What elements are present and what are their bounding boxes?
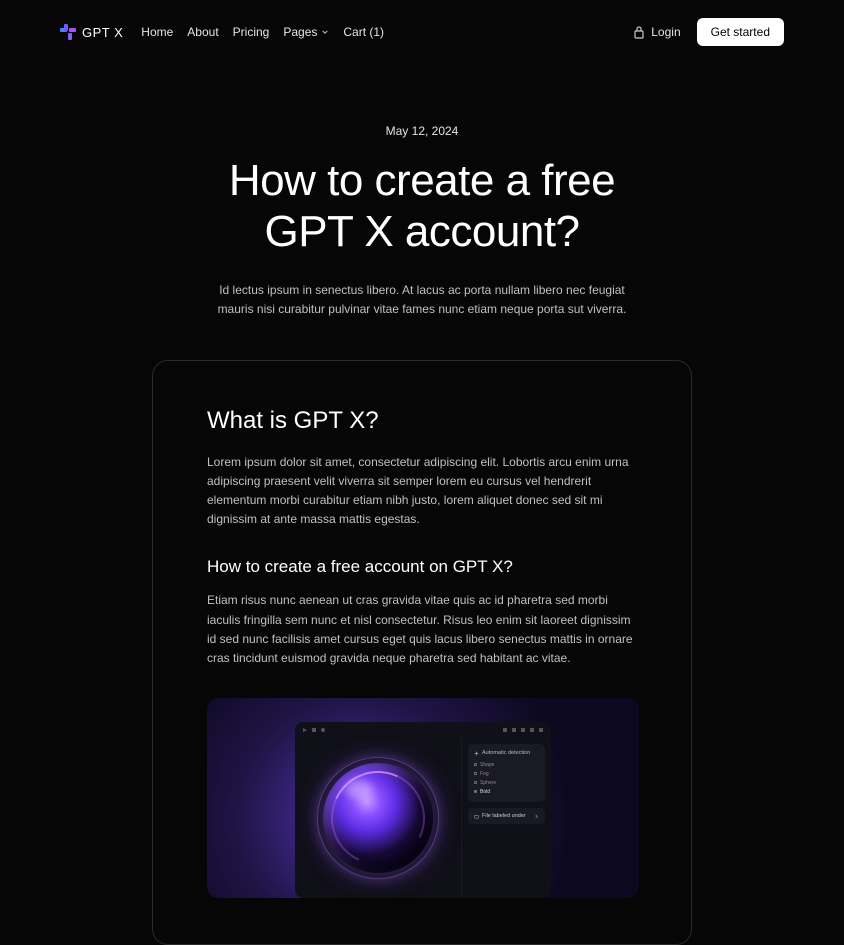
panel-row-bold: Bold xyxy=(474,787,539,796)
panel-row-shape: Shape xyxy=(474,760,539,769)
paragraph-1: Lorem ipsum dolor sit amet, consectetur … xyxy=(207,453,637,530)
checkbox-icon xyxy=(474,790,477,793)
file-label-text-group: File labeled under xyxy=(474,813,526,819)
play-icon xyxy=(303,728,307,732)
close-icon xyxy=(530,728,534,732)
figure-app-window: Automatic detection Shape Fog Sphere Bol… xyxy=(295,722,551,898)
redo-icon xyxy=(521,728,525,732)
figure-header-left-icons xyxy=(303,728,325,732)
logo[interactable]: GPT X xyxy=(60,24,123,40)
nav-right: Login Get started xyxy=(633,18,784,46)
figure-side-panel: Automatic detection Shape Fog Sphere Bol… xyxy=(461,738,551,898)
panel-row-label: Fog xyxy=(480,771,489,777)
lock-icon xyxy=(633,25,645,39)
figure-app-header xyxy=(295,722,551,738)
content-card: What is GPT X? Lorem ipsum dolor sit ame… xyxy=(152,360,692,945)
nav-links: Home About Pricing Pages Cart (1) xyxy=(141,25,384,39)
nav-left: GPT X Home About Pricing Pages Cart (1) xyxy=(60,24,384,40)
checkbox-icon xyxy=(474,781,477,784)
panel-row-label: Bold xyxy=(480,789,490,795)
record-icon xyxy=(321,728,325,732)
figure-orb xyxy=(323,763,433,873)
page-subtitle: Id lectus ipsum in senectus libero. At l… xyxy=(212,281,632,319)
panel-row-fog: Fog xyxy=(474,769,539,778)
figure-header-right-icons xyxy=(503,728,543,732)
login-text: Login xyxy=(651,25,680,39)
section-heading-how-to: How to create a free account on GPT X? xyxy=(207,557,637,577)
square-icon xyxy=(312,728,316,732)
detection-panel: Automatic detection Shape Fog Sphere Bol… xyxy=(468,744,545,802)
logo-text: GPT X xyxy=(82,25,123,40)
panel-row-sphere: Sphere xyxy=(474,778,539,787)
file-label-panel: File labeled under xyxy=(468,808,545,824)
figure-orb-ring xyxy=(318,758,438,878)
article-date: May 12, 2024 xyxy=(20,124,824,138)
nav-home[interactable]: Home xyxy=(141,25,173,39)
file-label-text: File labeled under xyxy=(482,813,526,819)
paragraph-2: Etiam risus nunc aenean ut cras gravida … xyxy=(207,591,637,668)
menu-icon xyxy=(539,728,543,732)
nav-pricing[interactable]: Pricing xyxy=(233,25,270,39)
panel-row-label: Shape xyxy=(480,762,494,768)
logo-icon xyxy=(60,24,76,40)
page-title: How to create a free GPT X account? xyxy=(20,156,824,257)
chevron-right-icon xyxy=(534,814,539,819)
undo-icon xyxy=(512,728,516,732)
login-link[interactable]: Login xyxy=(633,25,680,39)
chevron-down-icon xyxy=(321,28,329,36)
top-nav: GPT X Home About Pricing Pages Cart (1) … xyxy=(0,0,844,64)
checkbox-icon xyxy=(474,772,477,775)
folder-icon xyxy=(474,814,479,819)
expand-icon xyxy=(503,728,507,732)
nav-about[interactable]: About xyxy=(187,25,218,39)
nav-cart[interactable]: Cart (1) xyxy=(343,25,384,39)
sparkle-icon xyxy=(474,751,479,756)
nav-pages[interactable]: Pages xyxy=(283,25,329,39)
article-figure: Automatic detection Shape Fog Sphere Bol… xyxy=(207,698,639,898)
hero: May 12, 2024 How to create a free GPT X … xyxy=(0,64,844,360)
figure-app-body: Automatic detection Shape Fog Sphere Bol… xyxy=(295,738,551,898)
detection-panel-title: Automatic detection xyxy=(474,750,539,756)
title-line-1: How to create a free xyxy=(229,156,615,205)
section-heading-what-is: What is GPT X? xyxy=(207,407,637,435)
detection-title-text: Automatic detection xyxy=(482,750,530,756)
get-started-button[interactable]: Get started xyxy=(697,18,784,46)
checkbox-icon xyxy=(474,763,477,766)
panel-row-label: Sphere xyxy=(480,780,496,786)
title-line-2: GPT X account? xyxy=(264,207,579,256)
figure-canvas xyxy=(295,738,461,898)
nav-pages-label: Pages xyxy=(283,25,317,39)
